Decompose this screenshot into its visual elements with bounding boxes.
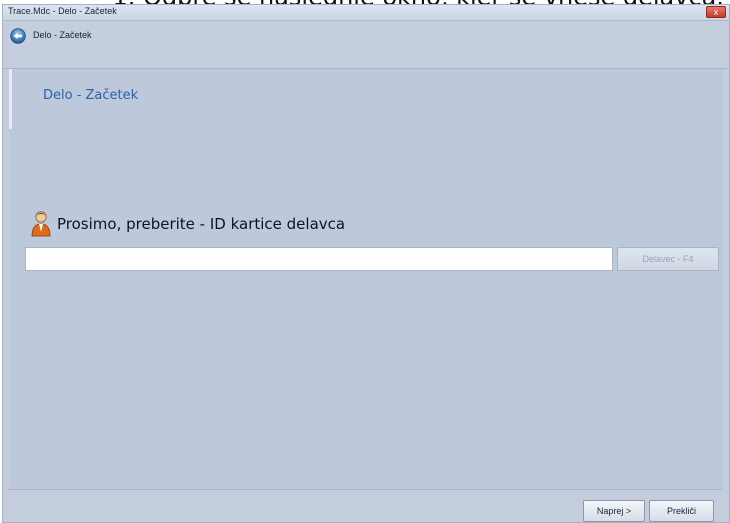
title-bar: Trace.Mdc - Delo - Začetek x [3, 5, 729, 21]
content-panel [9, 69, 723, 489]
window-title: Trace.Mdc - Delo - Začetek [8, 6, 117, 16]
worker-id-input[interactable] [25, 247, 613, 271]
cancel-button[interactable]: Prekliči [649, 500, 714, 522]
worker-button[interactable]: Delavec - F4 [617, 247, 719, 271]
header-title: Delo - Začetek [33, 30, 92, 40]
prompt-label: Prosimo, preberite - ID kartice delavca [57, 215, 346, 233]
section-title: Delo - Začetek [43, 88, 139, 103]
back-arrow-icon[interactable] [10, 28, 26, 44]
app-window: Trace.Mdc - Delo - Začetek x Delo - Zače… [2, 4, 730, 523]
close-icon[interactable]: x [706, 6, 726, 18]
next-button[interactable]: Naprej > [583, 500, 645, 522]
page-header: Delo - Začetek [3, 21, 729, 69]
panel-edge [9, 69, 12, 129]
user-icon [31, 211, 51, 237]
